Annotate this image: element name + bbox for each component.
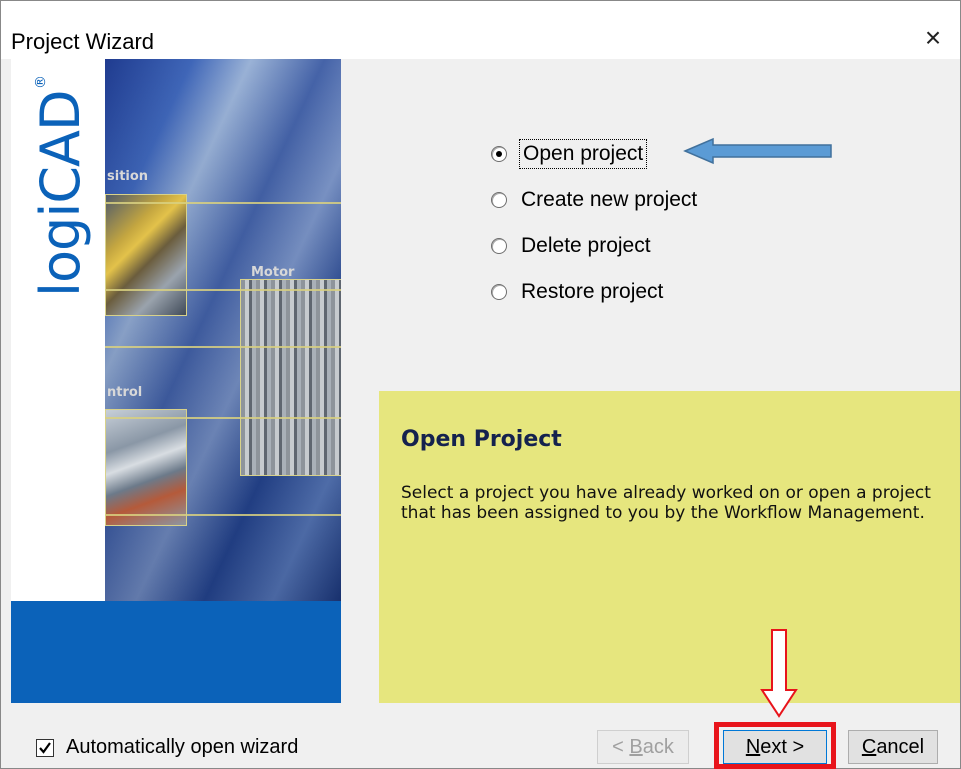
radio-open-project[interactable] bbox=[491, 146, 507, 162]
annotation-arrow-down-icon bbox=[760, 629, 798, 718]
back-button-suffix: ack bbox=[642, 736, 674, 758]
option-label: Create new project bbox=[521, 188, 698, 211]
banner-line bbox=[105, 417, 341, 419]
radio-create-new-project[interactable] bbox=[491, 192, 507, 208]
back-button-mnemonic: B bbox=[629, 736, 643, 758]
auto-open-wizard-option[interactable]: Automatically open wizard bbox=[36, 736, 298, 759]
window-title: Project Wizard bbox=[11, 29, 155, 54]
checkmark-icon bbox=[39, 741, 51, 754]
logo-text: logiCAD bbox=[29, 90, 92, 297]
next-button[interactable]: Next > bbox=[723, 730, 827, 764]
radio-delete-project[interactable] bbox=[491, 238, 507, 254]
logicad-logo: logiCAD ® bbox=[15, 59, 101, 309]
title-bar: Project Wizard × bbox=[1, 1, 960, 59]
next-button-suffix: ext > bbox=[760, 736, 805, 758]
banner-line bbox=[105, 289, 341, 291]
photo-inset-control bbox=[105, 409, 187, 526]
option-restore-project[interactable]: Restore project bbox=[491, 269, 811, 315]
banner-line bbox=[105, 346, 341, 348]
info-title: Open Project bbox=[401, 427, 562, 452]
auto-open-checkbox[interactable] bbox=[36, 738, 54, 757]
banner-tag: Motor bbox=[251, 265, 295, 280]
option-label: Delete project bbox=[521, 234, 651, 257]
project-wizard-window: Project Wizard × logiCAD ® sition Motor … bbox=[0, 0, 961, 769]
photo-inset-gears bbox=[105, 194, 187, 316]
banner-photo: sition Motor ntrol bbox=[105, 59, 341, 601]
photo-inset-motor bbox=[240, 279, 341, 476]
banner-line bbox=[105, 202, 341, 204]
info-panel: Open Project Select a project you have a… bbox=[379, 391, 960, 703]
back-button[interactable]: < Back bbox=[597, 730, 689, 764]
cancel-button-mnemonic: C bbox=[861, 736, 877, 758]
banner-tag: ntrol bbox=[107, 385, 143, 400]
option-label: Open project bbox=[518, 139, 648, 169]
option-delete-project[interactable]: Delete project bbox=[491, 223, 811, 269]
annotation-arrow-left-icon bbox=[683, 137, 832, 165]
cancel-button[interactable]: Cancel bbox=[848, 730, 938, 764]
back-button-prefix: < bbox=[612, 736, 630, 758]
auto-open-label: Automatically open wizard bbox=[66, 736, 299, 758]
banner-line bbox=[105, 514, 341, 516]
banner-blue-strip bbox=[11, 601, 341, 703]
wizard-banner: logiCAD ® sition Motor ntrol bbox=[11, 59, 341, 703]
cancel-button-suffix: ancel bbox=[876, 736, 925, 758]
banner-tag: sition bbox=[107, 169, 149, 184]
close-icon[interactable]: × bbox=[918, 23, 948, 53]
option-label: Restore project bbox=[521, 280, 664, 303]
logo-registered-mark: ® bbox=[33, 75, 49, 89]
next-button-mnemonic: N bbox=[745, 736, 761, 758]
info-description: Select a project you have already worked… bbox=[401, 483, 931, 523]
radio-restore-project[interactable] bbox=[491, 284, 507, 300]
option-create-new-project[interactable]: Create new project bbox=[491, 177, 811, 223]
